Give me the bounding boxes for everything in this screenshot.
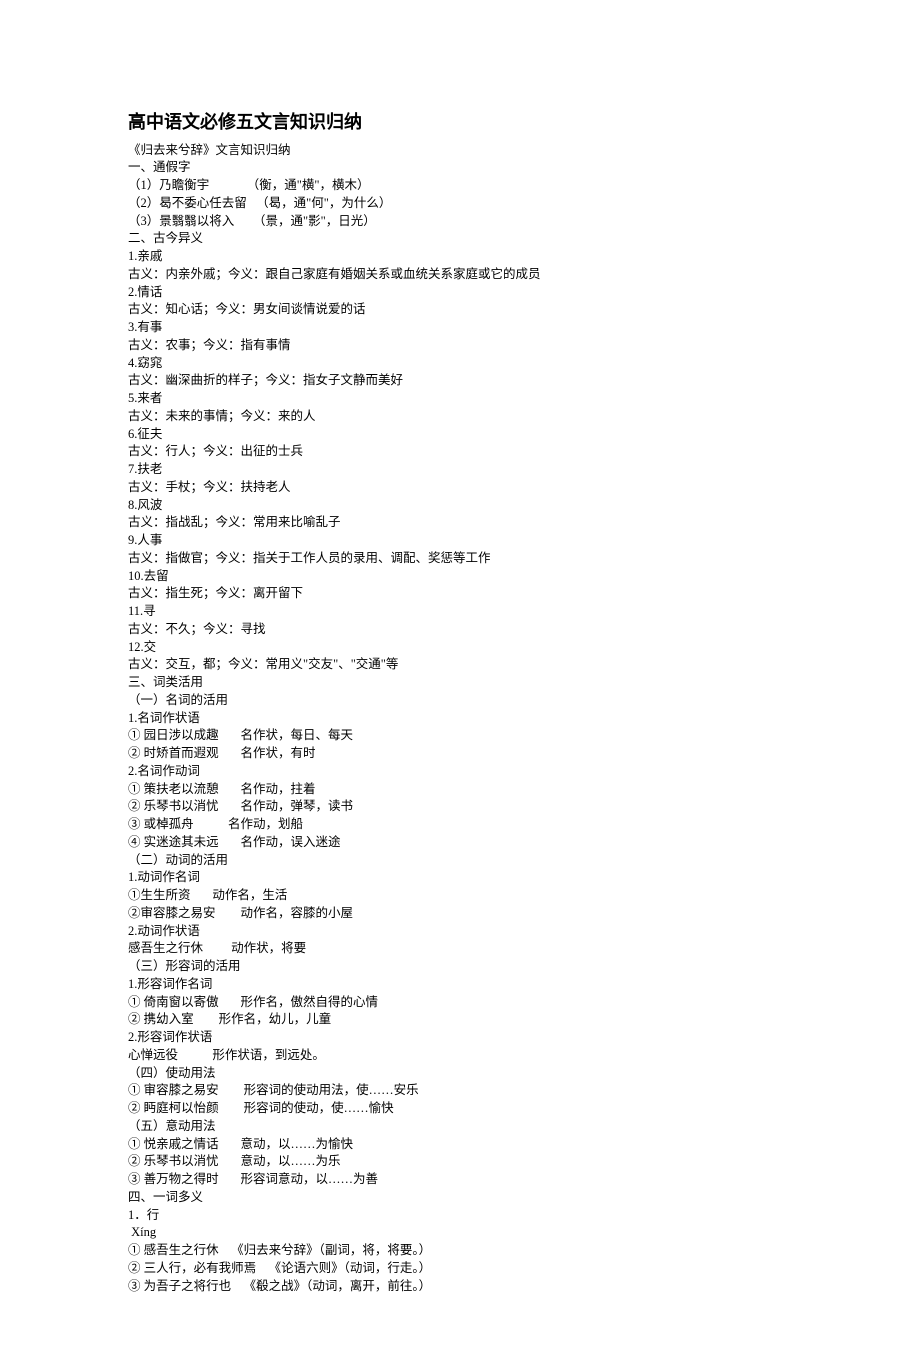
text-line: 古义：知心话；今义：男女间谈情说爱的话 — [128, 301, 792, 319]
text-line: 感吾生之行休 动作状，将要 — [128, 940, 792, 958]
text-line: ③ 为吾子之将行也 《殽之战》（动词，离开，前往。） — [128, 1278, 792, 1296]
text-line: （三）形容词的活用 — [128, 958, 792, 976]
text-line: 2.情话 — [128, 284, 792, 302]
text-line: 古义：农事；今义：指有事情 — [128, 337, 792, 355]
text-line: （四）使动用法 — [128, 1065, 792, 1083]
text-line: ④ 实迷途其未远 名作动，误入迷途 — [128, 834, 792, 852]
text-line: （2）曷不委心任去留 （曷，通"何"，为什么） — [128, 195, 792, 213]
text-line: 2.动词作状语 — [128, 923, 792, 941]
text-line: ② 三人行，必有我师焉 《论语六则》（动词，行走。） — [128, 1260, 792, 1278]
text-line: 二、古今异义 — [128, 230, 792, 248]
text-line: 古义：指战乱；今义：常用来比喻乱子 — [128, 514, 792, 532]
text-line: 古义：指生死；今义：离开留下 — [128, 585, 792, 603]
text-line: ② 眄庭柯以怡颜 形容词的使动，使……愉快 — [128, 1100, 792, 1118]
text-line: ② 时矫首而遐观 名作状，有时 — [128, 745, 792, 763]
text-line: （3）景翳翳以将入 （景，通"影"，日光） — [128, 213, 792, 231]
text-line: 6.征夫 — [128, 426, 792, 444]
text-line: 8.风波 — [128, 497, 792, 515]
text-line: ② 乐琴书以消忧 意动，以……为乐 — [128, 1153, 792, 1171]
text-line: 2.名词作动词 — [128, 763, 792, 781]
text-line: 古义：幽深曲折的样子；今义：指女子文静而美好 — [128, 372, 792, 390]
text-line: ① 悦亲戚之情话 意动，以……为愉快 — [128, 1136, 792, 1154]
text-line: 1.亲戚 — [128, 248, 792, 266]
text-line: 5.来者 — [128, 390, 792, 408]
text-line: （二）动词的活用 — [128, 852, 792, 870]
text-line: Xíng — [128, 1224, 792, 1242]
text-line: （一）名词的活用 — [128, 692, 792, 710]
text-line: 9.人事 — [128, 532, 792, 550]
text-line: 古义：手杖；今义：扶持老人 — [128, 479, 792, 497]
text-line: 1.形容词作名词 — [128, 976, 792, 994]
document-page: 高中语文必修五文言知识归纳 《归去来兮辞》文言知识归纳一、通假字（1）乃瞻衡宇 … — [0, 0, 920, 1355]
text-line: 古义：交互，都；今义：常用义"交友"、"交通"等 — [128, 656, 792, 674]
text-line: 10.去留 — [128, 568, 792, 586]
text-line: 古义：未来的事情；今义：来的人 — [128, 408, 792, 426]
text-line: ①生生所资 动作名，生活 — [128, 887, 792, 905]
text-line: ① 审容膝之易安 形容词的使动用法，使……安乐 — [128, 1082, 792, 1100]
text-line: 12.交 — [128, 639, 792, 657]
text-line: 一、通假字 — [128, 159, 792, 177]
text-line: ① 倚南窗以寄傲 形作名，傲然自得的心情 — [128, 994, 792, 1012]
text-line: 心惮远役 形作状语，到远处。 — [128, 1047, 792, 1065]
text-line: 2.形容词作状语 — [128, 1029, 792, 1047]
text-line: ① 策扶老以流憩 名作动，拄着 — [128, 781, 792, 799]
text-line: （五）意动用法 — [128, 1118, 792, 1136]
page-title: 高中语文必修五文言知识归纳 — [128, 110, 792, 136]
document-body: 《归去来兮辞》文言知识归纳一、通假字（1）乃瞻衡宇 （衡，通"横"，横木）（2）… — [128, 142, 792, 1296]
text-line: ③ 或棹孤舟 名作动，划船 — [128, 816, 792, 834]
text-line: 1.名词作状语 — [128, 710, 792, 728]
text-line: 四、一词多义 — [128, 1189, 792, 1207]
text-line: 1.动词作名词 — [128, 869, 792, 887]
text-line: ① 园日涉以成趣 名作状，每日、每天 — [128, 727, 792, 745]
text-line: ② 携幼入室 形作名，幼儿，儿童 — [128, 1011, 792, 1029]
text-line: 古义：不久；今义：寻找 — [128, 621, 792, 639]
text-line: 古义：行人；今义：出征的士兵 — [128, 443, 792, 461]
text-line: 古义：内亲外戚；今义：跟自己家庭有婚姻关系或血统关系家庭或它的成员 — [128, 266, 792, 284]
text-line: 3.有事 — [128, 319, 792, 337]
text-line: 1．行 — [128, 1207, 792, 1225]
text-line: 《归去来兮辞》文言知识归纳 — [128, 142, 792, 160]
text-line: ① 感吾生之行休 《归去来兮辞》（副词，将，将要。） — [128, 1242, 792, 1260]
text-line: 7.扶老 — [128, 461, 792, 479]
text-line: 三、词类活用 — [128, 674, 792, 692]
text-line: 11.寻 — [128, 603, 792, 621]
text-line: ③ 善万物之得时 形容词意动，以……为善 — [128, 1171, 792, 1189]
text-line: ②审容膝之易安 动作名，容膝的小屋 — [128, 905, 792, 923]
text-line: （1）乃瞻衡宇 （衡，通"横"，横木） — [128, 177, 792, 195]
text-line: 4.窈窕 — [128, 355, 792, 373]
text-line: 古义：指做官；今义：指关于工作人员的录用、调配、奖惩等工作 — [128, 550, 792, 568]
text-line: ② 乐琴书以消忧 名作动，弹琴，读书 — [128, 798, 792, 816]
